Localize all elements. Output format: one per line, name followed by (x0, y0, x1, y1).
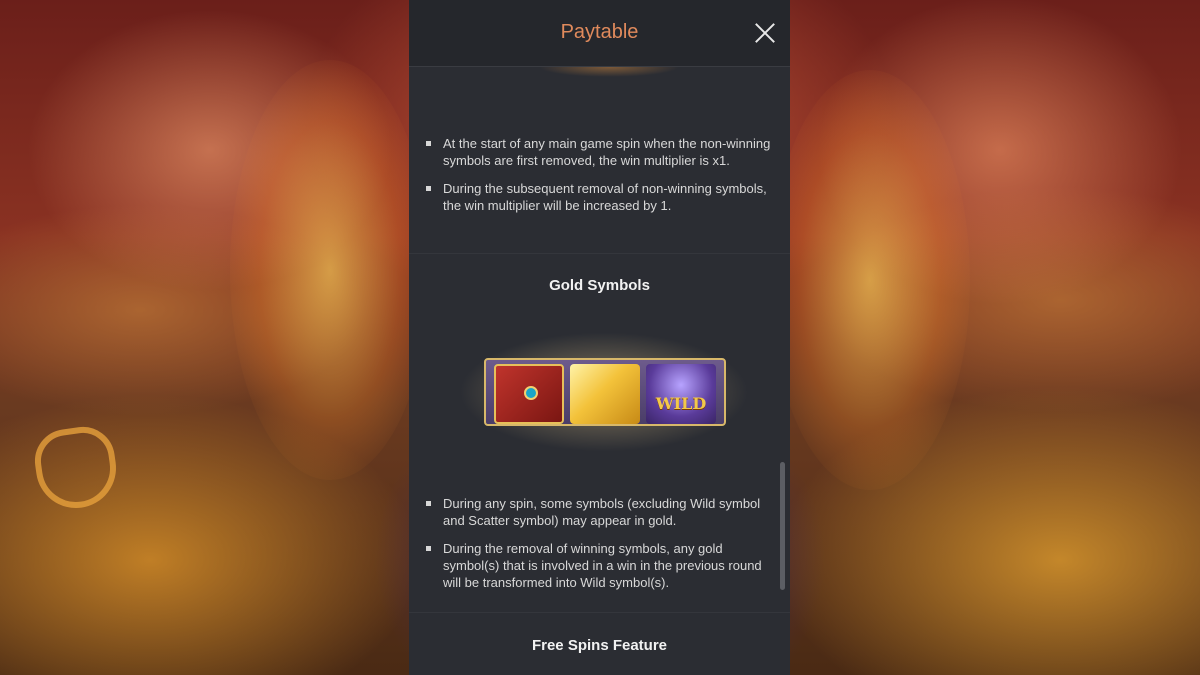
list-item: At the start of any main game spin when … (426, 135, 776, 169)
symbols-frame: WILD (484, 358, 726, 426)
paytable-panel: Paytable At the start of any main game s… (409, 0, 790, 675)
close-icon[interactable] (754, 22, 776, 44)
free-spins-title: Free Spins Feature (531, 637, 668, 654)
bullet-icon (426, 546, 431, 551)
book-symbol-icon (494, 364, 564, 424)
list-item: During the removal of winning symbols, a… (426, 540, 776, 591)
background-flame-right (770, 70, 970, 490)
bullet-icon (426, 186, 431, 191)
paytable-header: Paytable (409, 0, 790, 67)
list-item: During any spin, some symbols (excluding… (426, 495, 776, 529)
bullet-icon (426, 501, 431, 506)
scrollbar-thumb[interactable] (780, 462, 785, 590)
section-divider (409, 253, 790, 254)
wild-label: WILD (655, 394, 707, 413)
paytable-title: Paytable (560, 21, 639, 43)
previous-image-edge (539, 67, 679, 77)
list-item: During the subsequent removal of non-win… (426, 180, 776, 214)
gold-symbols-rules-list: During any spin, some symbols (excluding… (426, 495, 776, 602)
gold-symbols-title: Gold Symbols (549, 277, 650, 294)
gold-symbol-icon (570, 364, 640, 424)
paytable-scroll-content[interactable]: At the start of any main game spin when … (409, 67, 790, 675)
background-flame-left (230, 60, 430, 480)
wild-symbol-icon: WILD (646, 364, 716, 424)
section-divider (409, 612, 790, 613)
gold-symbols-image: WILD (459, 332, 749, 452)
bullet-icon (426, 141, 431, 146)
multiplier-rules-list: At the start of any main game spin when … (426, 135, 776, 225)
